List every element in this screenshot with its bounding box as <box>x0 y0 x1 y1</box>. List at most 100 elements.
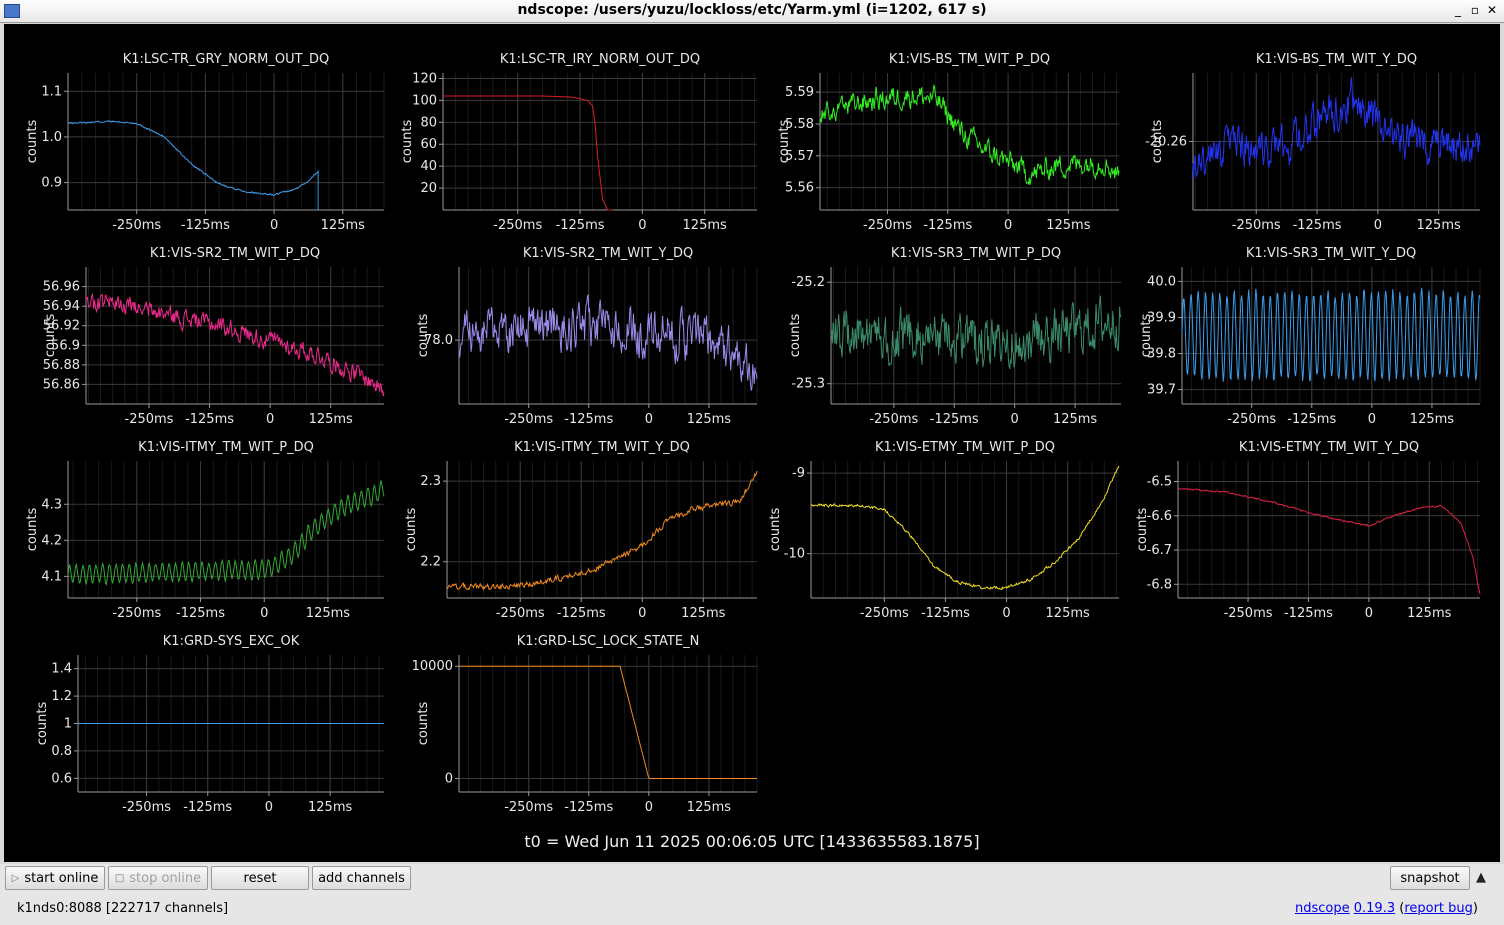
plot-grid[interactable]: K1:LSC-TR_GRY_NORM_OUT_DQcounts 1.1 1.0 0.9… <box>4 24 1500 862</box>
chart-title: K1:VIS-SR3_TM_WIT_P_DQ <box>891 246 1061 261</box>
chart-panel[interactable]: K1:VIS-BS_TM_WIT_Y_DQcounts-20.26-250ms -… <box>1145 52 1481 233</box>
x-tick-label: -125ms <box>1284 606 1333 621</box>
x-tick-label: 0 <box>1002 606 1010 621</box>
x-tick-label: -250ms <box>112 606 161 621</box>
chart-panel[interactable]: K1:GRD-SYS_EXC_OKcounts 1.4 1.2 1 0.8 0.6 -250… <box>35 634 384 815</box>
x-tick-label: 125ms <box>687 412 731 427</box>
series-line <box>459 665 757 779</box>
y-tick-label: 100 <box>412 93 437 108</box>
x-tick-label: -250ms <box>1224 606 1273 621</box>
stop-online-button: □ stop online <box>108 866 208 890</box>
stop-icon: □ <box>114 872 125 884</box>
x-tick-label: -125ms <box>564 800 613 815</box>
x-tick-label: 0 <box>645 800 653 815</box>
y-tick-label: 1.4 <box>51 662 72 677</box>
series-line <box>830 295 1122 370</box>
y-tick-label: 40 <box>420 159 437 174</box>
x-tick-label: -250ms <box>863 218 912 233</box>
t0-label: t0 = Wed Jun 11 2025 00:06:05 UTC [14336… <box>524 832 979 851</box>
y-tick-label: 56.88 <box>43 358 80 373</box>
chart-title: K1:VIS-SR3_TM_WIT_Y_DQ <box>1246 246 1416 261</box>
x-tick-label: 125ms <box>308 800 352 815</box>
x-tick-label: 125ms <box>683 218 727 233</box>
x-tick-label: -125ms <box>176 606 225 621</box>
chart-panel[interactable]: K1:VIS-SR2_TM_WIT_Y_DQcounts-78.0-250ms -… <box>416 246 758 427</box>
ndscope-link[interactable]: ndscope <box>1295 901 1350 916</box>
y-tick-label: 56.92 <box>43 319 80 334</box>
chart-panel[interactable]: K1:VIS-ETMY_TM_WIT_P_DQcounts -9 -10 -250ms… <box>768 440 1120 621</box>
x-tick-label: -250ms <box>1227 412 1276 427</box>
y-tick-label: 39.8 <box>1147 347 1176 362</box>
window-title: ndscope: /users/yuzu/lockloss/etc/Yarm.y… <box>517 2 987 18</box>
chart-panel[interactable]: K1:VIS-BS_TM_WIT_P_DQcounts5.595.585.575… <box>777 52 1120 233</box>
series-line <box>810 465 1120 590</box>
collapse-arrow-icon[interactable]: ▲ <box>1476 870 1486 885</box>
x-tick-label: 125ms <box>1410 412 1454 427</box>
reset-button[interactable]: reset <box>211 866 309 890</box>
version-link[interactable]: 0.19.3 <box>1354 901 1395 916</box>
y-tick-label: 56.86 <box>43 377 80 392</box>
y-tick-label: 0.6 <box>51 771 72 786</box>
y-tick-label: -6.5 <box>1147 475 1172 490</box>
x-tick-label: -250ms <box>496 606 545 621</box>
y-tick-label: 5.58 <box>785 117 814 132</box>
series-line <box>1181 287 1481 382</box>
minimize-icon[interactable]: _ <box>1450 3 1466 17</box>
y-tick-label: 56.94 <box>43 299 80 314</box>
y-tick-label: -78.0 <box>419 333 453 348</box>
y-tick-label: -6.7 <box>1147 543 1172 558</box>
chart-panel[interactable]: K1:VIS-SR3_TM_WIT_P_DQcounts -25.2 -25.3 -2… <box>788 246 1122 427</box>
maximize-icon[interactable]: ▫ <box>1467 3 1483 17</box>
y-tick-label: 1.0 <box>41 130 62 145</box>
chart-title: K1:VIS-BS_TM_WIT_P_DQ <box>889 52 1050 67</box>
report-bug-link[interactable]: report bug <box>1404 901 1473 916</box>
chart-panel[interactable]: K1:VIS-ETMY_TM_WIT_Y_DQcounts-6.5-6.6-6.… <box>1135 440 1481 621</box>
x-tick-label: -250ms <box>504 800 553 815</box>
chart-panel[interactable]: K1:VIS-ITMY_TM_WIT_Y_DQcounts 2.3 2.2 -250m… <box>404 440 758 621</box>
x-tick-label: -250ms <box>869 412 918 427</box>
toolbar: ▷ start online □ stop online reset add cha… <box>0 864 1504 894</box>
chart-panel[interactable]: K1:LSC-TR_GRY_NORM_OUT_DQcounts 1.1 1.0 0.9… <box>25 52 385 233</box>
y-tick-label: 39.9 <box>1147 310 1176 325</box>
start-online-button[interactable]: ▷ start online <box>5 866 105 890</box>
server-status: k1nds0:8088 [222717 channels] <box>17 901 229 916</box>
y-tick-label: 2.2 <box>420 555 441 570</box>
series-line <box>1177 487 1481 595</box>
y-tick-label: 1.2 <box>51 689 72 704</box>
x-tick-label: -125ms <box>1293 218 1342 233</box>
chart-panel[interactable]: K1:GRD-LSC_LOCK_STATE_Ncounts 10000 0 -250m… <box>412 634 758 815</box>
x-tick-label: 0 <box>638 218 646 233</box>
y-tick-label: -6.6 <box>1147 509 1172 524</box>
x-tick-label: 0 <box>260 606 268 621</box>
chart-panel[interactable]: K1:VIS-SR2_TM_WIT_P_DQcounts56.9656.9456… <box>43 246 385 427</box>
y-tick-label: 120 <box>412 71 437 86</box>
x-tick-label: 0 <box>638 606 646 621</box>
y-tick-label: 60 <box>420 137 437 152</box>
series-line <box>446 470 758 591</box>
chart-title: K1:LSC-TR_IRY_NORM_OUT_DQ <box>500 52 700 67</box>
chart-title: K1:VIS-ETMY_TM_WIT_P_DQ <box>875 440 1055 455</box>
x-tick-label: -250ms <box>1232 218 1281 233</box>
y-tick-label: 40.0 <box>1147 274 1176 289</box>
y-tick-label: 0.9 <box>41 176 62 191</box>
plot-area: K1:LSC-TR_GRY_NORM_OUT_DQ counts 1.1 1.0 0.9… <box>4 24 1500 862</box>
x-tick-label: 125ms <box>1417 218 1461 233</box>
x-tick-label: -125ms <box>564 412 613 427</box>
y-axis-label: counts <box>25 120 40 164</box>
y-tick-label: 10000 <box>412 659 453 674</box>
x-tick-label: 125ms <box>681 606 725 621</box>
chart-panel[interactable]: K1:LSC-TR_IRY_NORM_OUT_DQcounts 120 100 80 6… <box>400 52 757 233</box>
add-channels-button[interactable]: add channels <box>312 866 411 890</box>
y-tick-label: -25.3 <box>791 377 825 392</box>
y-axis-label: counts <box>25 508 40 552</box>
chart-panel[interactable]: K1:VIS-ITMY_TM_WIT_P_DQcounts4.3 4.2 4.1 -2… <box>25 440 385 621</box>
snapshot-button[interactable]: snapshot <box>1390 866 1470 890</box>
chart-title: K1:VIS-SR2_TM_WIT_Y_DQ <box>523 246 693 261</box>
x-tick-label: 125ms <box>1046 218 1090 233</box>
y-tick-label: 1 <box>64 717 72 732</box>
y-tick-label: -9 <box>792 466 805 481</box>
y-axis-label: counts <box>400 120 415 164</box>
chart-panel[interactable]: K1:VIS-SR3_TM_WIT_Y_DQcounts40.039.939.8… <box>1139 246 1481 427</box>
close-icon[interactable]: ✕ <box>1484 3 1500 17</box>
status-bar: k1nds0:8088 [222717 channels] ndscope 0.… <box>0 894 1504 925</box>
